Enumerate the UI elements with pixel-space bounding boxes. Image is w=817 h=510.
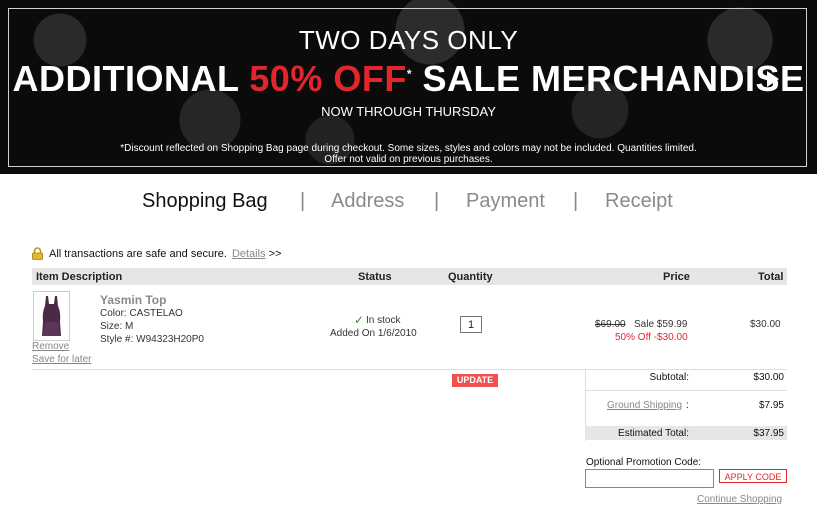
banner-subhead: NOW THROUGH THURSDAY [321,104,496,119]
ground-shipping-link[interactable]: Ground Shipping [607,400,682,411]
banner-disclaimer-line: Offer not valid on previous purchases. [324,154,493,165]
step-separator: | [434,190,440,212]
update-button[interactable]: UPDATE [452,374,498,387]
step-separator: | [573,190,579,212]
product-style: Style #: W94323H20P0 [100,334,204,345]
col-total: Total [758,271,784,283]
banner-disclaimer: *Discount reflected on Shopping Bag page… [70,143,747,165]
subtotal-value: $30.00 [753,372,784,383]
shipping-value: $7.95 [758,400,784,411]
promo-code-input[interactable] [585,469,714,488]
col-price: Price [663,271,690,283]
product-size: Size: M [100,321,134,332]
apply-code-button[interactable]: APPLY CODE [719,469,787,483]
product-color: Color: CASTELAO [100,308,183,319]
sale-price: Sale $59.99 [634,319,688,330]
lock-icon [32,247,43,260]
line-total: $30.00 [750,319,781,330]
summary-divider [585,390,787,391]
checkmark-icon: ✓ [354,313,365,327]
banner-offer-suffix: SALE MERCHANDISE [412,58,805,99]
secure-notice: All transactions are safe and secure. De… [32,247,281,260]
promo-banner[interactable]: TWO DAYS ONLY ADDITIONAL 50% OFF* SALE M… [0,0,817,174]
secure-text: All transactions are safe and secure. [49,247,227,260]
col-quantity: Quantity [448,271,493,283]
subtotal-label: Subtotal: [649,372,689,383]
col-item-description: Item Description [36,271,123,283]
estimated-total-label: Estimated Total: [618,428,689,439]
checkout-steps: Shopping Bag | Address | Payment | Recei… [0,190,817,216]
play-arrow-icon[interactable] [767,71,779,87]
cart-table-header: Item Description Status Quantity Price T… [32,268,787,285]
estimated-total-value: $37.95 [753,428,784,439]
banner-offer-prefix: ADDITIONAL [12,58,250,99]
step-receipt: Receipt [605,190,673,212]
quantity-input[interactable]: 1 [460,316,482,333]
added-date: Added On 1/6/2010 [330,328,417,339]
banner-offer-percent: 50% OFF [249,58,407,99]
step-address: Address [331,190,405,212]
save-for-later-link[interactable]: Save for later [32,354,91,365]
row-divider [32,369,787,370]
stock-status: In stock [366,315,401,326]
banner-offer: ADDITIONAL 50% OFF* SALE MERCHANDISE [0,58,817,100]
step-payment: Payment [466,190,545,212]
details-arrows: >> [268,247,282,260]
discount-amount: 50% Off -$30.00 [615,332,688,343]
product-thumbnail[interactable] [33,291,70,341]
promo-code-label: Optional Promotion Code: [586,457,702,468]
details-link[interactable]: Details [232,248,266,260]
step-separator: | [300,190,306,212]
remove-link[interactable]: Remove [32,341,69,352]
banner-headline: TWO DAYS ONLY [298,25,519,55]
col-status: Status [358,271,392,283]
banner-disclaimer-line: *Discount reflected on Shopping Bag page… [120,143,697,154]
product-name[interactable]: Yasmin Top [100,293,166,307]
continue-shopping-link[interactable]: Continue Shopping [697,494,782,505]
shipping-colon: : [686,400,689,411]
step-shopping-bag: Shopping Bag [142,190,268,212]
original-price: $69.00 [595,319,626,330]
